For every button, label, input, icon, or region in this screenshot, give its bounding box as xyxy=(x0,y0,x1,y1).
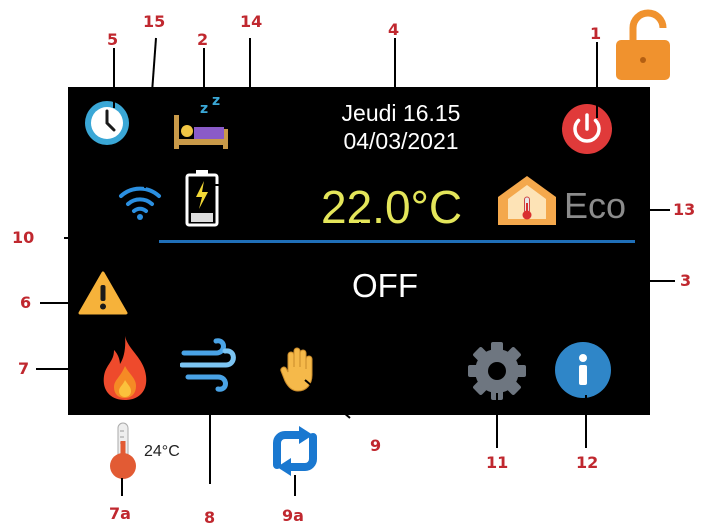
day-time-label: Jeudi 16.15 xyxy=(341,100,461,126)
wind-icon[interactable] xyxy=(180,333,238,399)
callout-8: 8 xyxy=(204,508,216,527)
house-thermometer-icon xyxy=(498,176,556,225)
sync-icon xyxy=(273,426,317,476)
callout-1: 1 xyxy=(590,24,602,43)
callout-11: 11 xyxy=(486,453,509,472)
warning-icon xyxy=(78,271,128,315)
callout-7: 7 xyxy=(18,359,30,378)
thermostat-screen: z z Jeudi 16.15 04/03/2021 22.0°C Eco OF… xyxy=(68,87,650,415)
callout-15: 15 xyxy=(143,12,166,31)
svg-text:z: z xyxy=(200,101,208,117)
svg-text:z: z xyxy=(212,93,220,109)
eco-mode-label[interactable]: Eco xyxy=(564,188,626,224)
lock-open-icon[interactable] xyxy=(613,6,673,82)
heating-status-label: OFF xyxy=(352,267,418,304)
callout-5: 5 xyxy=(107,30,119,49)
callout-9: 9 xyxy=(370,436,382,455)
separator-line xyxy=(159,240,635,243)
battery-charging-icon xyxy=(185,170,219,227)
callout-3: 3 xyxy=(680,271,692,290)
callout-7a: 7a xyxy=(109,504,131,523)
flame-icon[interactable] xyxy=(98,334,152,402)
date-label: 04/03/2021 xyxy=(343,128,459,154)
callout-2: 2 xyxy=(197,30,209,49)
callout-9a: 9a xyxy=(282,506,304,525)
callout-14: 14 xyxy=(240,12,263,31)
gear-icon[interactable] xyxy=(466,340,528,402)
temperature-readout: 22.0°C xyxy=(321,181,463,233)
hand-icon[interactable] xyxy=(280,345,320,393)
info-icon[interactable] xyxy=(554,341,612,399)
callout-10: 10 xyxy=(12,228,35,247)
outdoor-temp-label: 24°C xyxy=(144,443,180,460)
power-icon[interactable] xyxy=(561,103,613,155)
callout-12: 12 xyxy=(576,453,599,472)
callout-4: 4 xyxy=(388,20,400,39)
sleep-bed-icon[interactable]: z z xyxy=(168,89,232,155)
clock-icon[interactable] xyxy=(83,99,131,147)
wifi-icon xyxy=(119,186,161,220)
thermometer-icon xyxy=(110,422,136,479)
callout-13: 13 xyxy=(673,200,696,219)
callout-6: 6 xyxy=(20,293,32,312)
